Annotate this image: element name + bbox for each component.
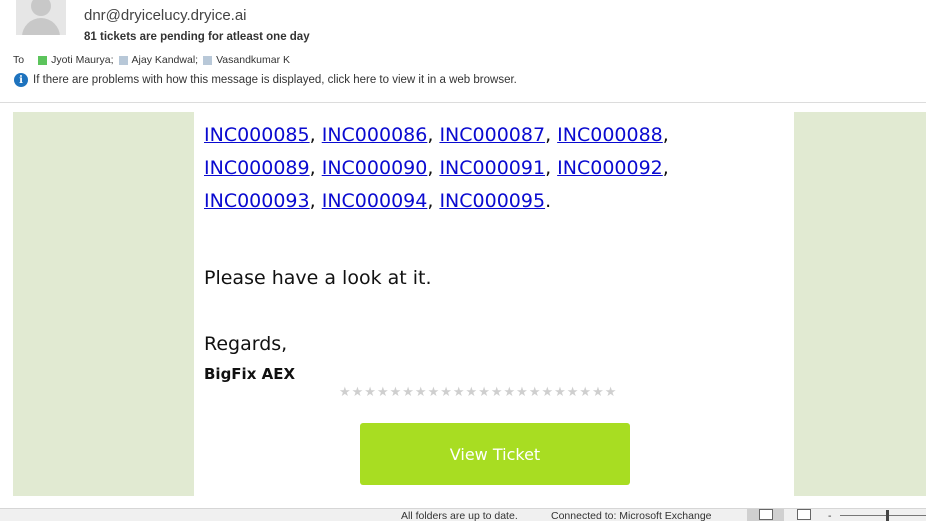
regards-text: Regards, (204, 333, 288, 355)
message-header: dnr@dryicelucy.dryice.ai 81 tickets are … (0, 0, 926, 103)
ticket-separator: , (309, 124, 322, 146)
view-ticket-button[interactable]: View Ticket (360, 423, 630, 485)
ticket-separator: , (309, 190, 322, 212)
signature: BigFix AEX (204, 365, 296, 383)
to-label: To (13, 54, 25, 66)
message-content: INC000085, INC000086, INC000087, INC0000… (204, 119, 784, 383)
look-text: Please have a look at it. (204, 267, 432, 289)
sender-avatar[interactable] (16, 0, 66, 35)
recipient-name: Vasandkumar K (216, 54, 291, 66)
ticket-link[interactable]: INC000093 (204, 190, 310, 212)
ticket-link[interactable]: INC000094 (322, 190, 428, 212)
avatar-shoulders (22, 18, 60, 35)
sender-address[interactable]: dnr@dryicelucy.dryice.ai (84, 7, 247, 24)
ticket-link[interactable]: INC000088 (557, 124, 663, 146)
info-icon: i (14, 73, 28, 87)
recipient[interactable]: Jyoti Maurya; (38, 54, 114, 66)
ticket-separator: , (545, 124, 558, 146)
presence-icon (118, 55, 128, 65)
star-divider: ★★★★★★★★★★★★★★★★★★★★★★ (339, 384, 618, 399)
to-row: To Jyoti Maurya; Ajay Kandwal; Vasandkum… (13, 54, 295, 66)
normal-view-button[interactable] (747, 509, 784, 521)
recipient[interactable]: Vasandkumar K (203, 54, 290, 66)
left-margin-panel (13, 112, 194, 496)
ticket-separator: , (427, 190, 440, 212)
message-subject: 81 tickets are pending for atleast one d… (84, 31, 310, 43)
ticket-separator: . (545, 190, 552, 212)
ticket-separator: , (427, 157, 440, 179)
ticket-link[interactable]: INC000092 (557, 157, 663, 179)
ticket-list: INC000085, INC000086, INC000087, INC0000… (204, 119, 764, 218)
info-text[interactable]: If there are problems with how this mess… (33, 74, 517, 86)
right-margin-panel (794, 112, 926, 496)
ticket-link[interactable]: INC000085 (204, 124, 310, 146)
ticket-link[interactable]: INC000095 (439, 190, 545, 212)
message-body: INC000085, INC000086, INC000087, INC0000… (0, 103, 926, 508)
recipient[interactable]: Ajay Kandwal; (118, 54, 199, 66)
ticket-separator: , (427, 124, 440, 146)
ticket-link[interactable]: INC000091 (439, 157, 545, 179)
status-bar: All folders are up to date. Connected to… (0, 508, 926, 523)
zoom-out-button[interactable]: - (828, 509, 832, 523)
info-bar[interactable]: i If there are problems with how this me… (14, 73, 517, 87)
reading-view-icon[interactable] (797, 509, 811, 520)
folders-status: All folders are up to date. (401, 510, 518, 522)
ticket-separator: , (309, 157, 322, 179)
avatar-head (31, 0, 51, 16)
zoom-slider-thumb[interactable] (886, 510, 889, 521)
presence-icon (38, 55, 48, 65)
ticket-separator: , (662, 157, 669, 179)
ticket-link[interactable]: INC000089 (204, 157, 310, 179)
ticket-separator: , (545, 157, 558, 179)
ticket-link[interactable]: INC000086 (322, 124, 428, 146)
normal-view-icon (759, 509, 773, 520)
recipient-name: Ajay Kandwal; (131, 54, 199, 66)
ticket-separator: , (662, 124, 669, 146)
presence-icon (203, 55, 213, 65)
zoom-slider-track[interactable] (840, 515, 926, 516)
recipient-name: Jyoti Maurya; (51, 54, 114, 66)
connection-status: Connected to: Microsoft Exchange (551, 510, 712, 522)
ticket-link[interactable]: INC000090 (322, 157, 428, 179)
ticket-link[interactable]: INC000087 (439, 124, 545, 146)
